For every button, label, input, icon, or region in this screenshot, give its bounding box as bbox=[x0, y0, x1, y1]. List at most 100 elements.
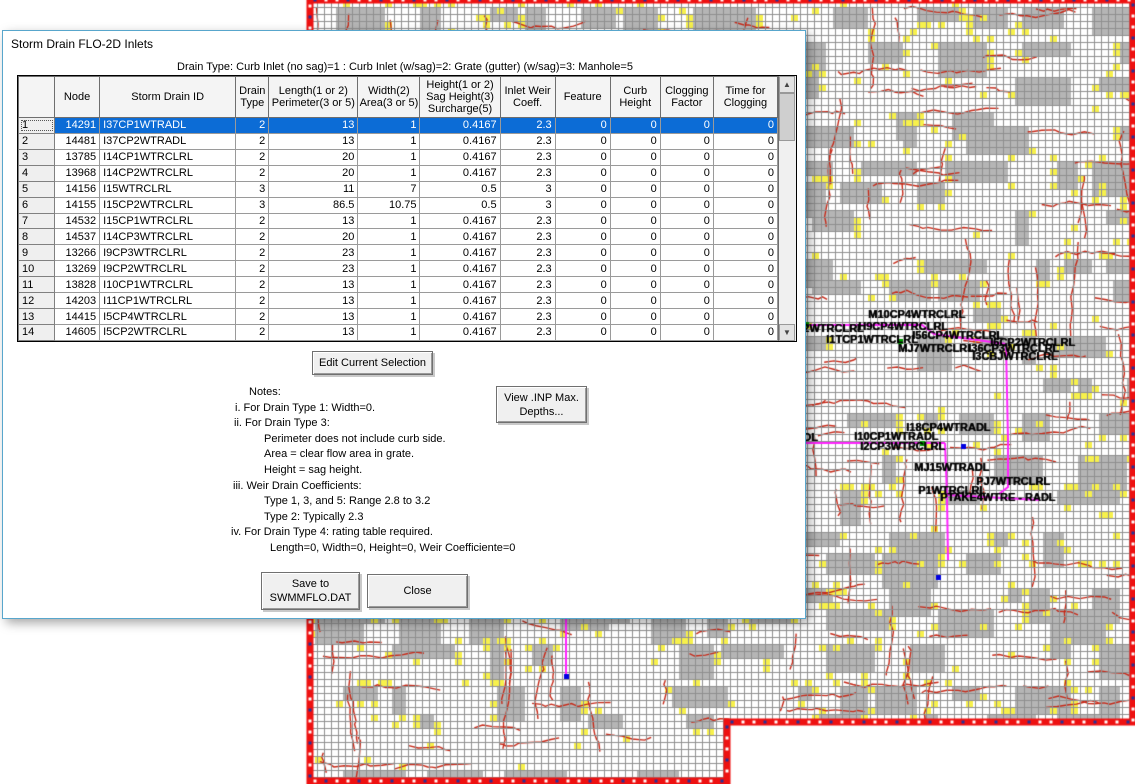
table-cell[interactable]: I14CP2WTRCLRL bbox=[100, 165, 236, 181]
table-cell[interactable]: 0 bbox=[660, 118, 713, 134]
table-cell[interactable]: 13 bbox=[269, 277, 358, 293]
table-cell[interactable]: 1 bbox=[358, 277, 420, 293]
table-cell[interactable]: 13968 bbox=[55, 165, 100, 181]
row-number-cell[interactable]: 7 bbox=[19, 213, 55, 229]
table-cell[interactable]: 0 bbox=[713, 181, 777, 197]
table-cell[interactable]: 0 bbox=[660, 293, 713, 309]
row-number-cell[interactable]: 13 bbox=[19, 309, 55, 325]
table-cell[interactable]: 14203 bbox=[55, 293, 100, 309]
table-cell[interactable]: 13 bbox=[269, 118, 358, 134]
table-cell[interactable]: 0.4167 bbox=[420, 149, 500, 165]
table-cell[interactable]: 0 bbox=[713, 149, 777, 165]
table-cell[interactable]: 14532 bbox=[55, 213, 100, 229]
table-cell[interactable]: 0.4167 bbox=[420, 261, 500, 277]
table-cell[interactable]: 0.5 bbox=[420, 181, 500, 197]
row-number-cell[interactable]: 3 bbox=[19, 149, 55, 165]
row-number-cell[interactable]: 11 bbox=[19, 277, 55, 293]
table-cell[interactable]: 3 bbox=[236, 181, 269, 197]
scroll-thumb[interactable] bbox=[779, 93, 795, 141]
table-cell[interactable]: 0 bbox=[610, 293, 660, 309]
table-cell[interactable]: 86.5 bbox=[269, 197, 358, 213]
table-cell[interactable]: 1 bbox=[358, 261, 420, 277]
row-number-cell[interactable]: 12 bbox=[19, 293, 55, 309]
table-cell[interactable]: 2.3 bbox=[500, 324, 555, 340]
row-number-cell[interactable]: 2 bbox=[19, 133, 55, 149]
table-cell[interactable]: 3 bbox=[500, 181, 555, 197]
table-cell[interactable]: 0 bbox=[610, 197, 660, 213]
table-cell[interactable]: 0.4167 bbox=[420, 309, 500, 325]
table-cell[interactable]: 1 bbox=[358, 309, 420, 325]
table-cell[interactable]: 0.4167 bbox=[420, 165, 500, 181]
table-cell[interactable]: 0 bbox=[610, 165, 660, 181]
table-cell[interactable]: 2.3 bbox=[500, 213, 555, 229]
table-cell[interactable]: 0 bbox=[610, 245, 660, 261]
table-cell[interactable]: 0 bbox=[610, 261, 660, 277]
table-cell[interactable]: 0 bbox=[660, 165, 713, 181]
table-cell[interactable]: 0 bbox=[713, 277, 777, 293]
table-row[interactable]: 1113828I10CP1WTRCLRL21310.41672.30000 bbox=[19, 277, 778, 293]
table-cell[interactable]: 13269 bbox=[55, 261, 100, 277]
table-cell[interactable]: 2 bbox=[236, 309, 269, 325]
table-cell[interactable]: 2.3 bbox=[500, 309, 555, 325]
table-cell[interactable]: 14155 bbox=[55, 197, 100, 213]
table-row[interactable]: 714532I15CP1WTRCLRL21310.41672.30000 bbox=[19, 213, 778, 229]
table-cell[interactable]: 14415 bbox=[55, 309, 100, 325]
table-cell[interactable]: 23 bbox=[269, 261, 358, 277]
table-cell[interactable]: 0.4167 bbox=[420, 324, 500, 340]
table-cell[interactable]: 0 bbox=[555, 245, 610, 261]
table-cell[interactable]: 0.4167 bbox=[420, 229, 500, 245]
table-cell[interactable]: 14481 bbox=[55, 133, 100, 149]
table-cell[interactable]: 2.3 bbox=[500, 245, 555, 261]
table-cell[interactable]: 0 bbox=[660, 133, 713, 149]
table-row[interactable]: 1214203I11CP1WTRCLRL21310.41672.30000 bbox=[19, 293, 778, 309]
table-cell[interactable]: 0 bbox=[610, 277, 660, 293]
table-cell[interactable]: 13 bbox=[269, 213, 358, 229]
table-cell[interactable]: 1 bbox=[358, 165, 420, 181]
table-cell[interactable]: 0 bbox=[713, 245, 777, 261]
table-cell[interactable]: 0 bbox=[660, 229, 713, 245]
table-cell[interactable]: 0 bbox=[713, 261, 777, 277]
save-to-swmmflo-button[interactable]: Save to SWMMFLO.DAT bbox=[261, 572, 360, 610]
table-cell[interactable]: 2 bbox=[236, 118, 269, 134]
table-cell[interactable]: I10CP1WTRCLRL bbox=[100, 277, 236, 293]
table-cell[interactable]: 0 bbox=[610, 309, 660, 325]
table-cell[interactable]: 0 bbox=[713, 197, 777, 213]
row-number-cell[interactable]: 6 bbox=[19, 197, 55, 213]
table-cell[interactable]: 13 bbox=[269, 133, 358, 149]
table-row[interactable]: 1314415I5CP4WTRCLRL21310.41672.30000 bbox=[19, 309, 778, 325]
table-cell[interactable]: 0 bbox=[555, 197, 610, 213]
table-cell[interactable]: 13 bbox=[269, 309, 358, 325]
table-cell[interactable]: 0 bbox=[610, 229, 660, 245]
table-cell[interactable]: 0 bbox=[713, 133, 777, 149]
table-cell[interactable]: 13266 bbox=[55, 245, 100, 261]
table-row[interactable]: 913266I9CP3WTRCLRL22310.41672.30000 bbox=[19, 245, 778, 261]
table-cell[interactable]: 2.3 bbox=[500, 165, 555, 181]
table-cell[interactable]: 2 bbox=[236, 165, 269, 181]
table-cell[interactable]: 2.3 bbox=[500, 229, 555, 245]
table-cell[interactable]: I9CP2WTRCLRL bbox=[100, 261, 236, 277]
table-cell[interactable]: 0 bbox=[713, 229, 777, 245]
table-cell[interactable]: 0 bbox=[713, 309, 777, 325]
table-cell[interactable]: 23 bbox=[269, 245, 358, 261]
row-number-cell[interactable]: 14 bbox=[19, 324, 55, 340]
table-cell[interactable]: 0 bbox=[660, 149, 713, 165]
table-cell[interactable]: 0 bbox=[610, 324, 660, 340]
table-cell[interactable]: 0 bbox=[660, 197, 713, 213]
table-cell[interactable]: I5CP2WTRCLRL bbox=[100, 324, 236, 340]
table-row[interactable]: 114291I37CP1WTRADL21310.41672.30000 bbox=[19, 118, 778, 134]
table-cell[interactable]: 0 bbox=[713, 118, 777, 134]
scroll-up-button[interactable]: ▲ bbox=[779, 76, 795, 93]
table-cell[interactable]: 0 bbox=[555, 181, 610, 197]
table-cell[interactable]: 7 bbox=[358, 181, 420, 197]
table-cell[interactable]: I14CP3WTRCLRL bbox=[100, 229, 236, 245]
table-cell[interactable]: I11CP1WTRCLRL bbox=[100, 293, 236, 309]
table-cell[interactable]: 14156 bbox=[55, 181, 100, 197]
table-cell[interactable]: 1 bbox=[358, 118, 420, 134]
table-cell[interactable]: 1 bbox=[358, 213, 420, 229]
table-cell[interactable]: 20 bbox=[269, 229, 358, 245]
row-number-cell[interactable]: 4 bbox=[19, 165, 55, 181]
table-cell[interactable]: 0 bbox=[660, 324, 713, 340]
table-cell[interactable]: 0 bbox=[555, 229, 610, 245]
close-button[interactable]: Close bbox=[367, 574, 468, 608]
table-cell[interactable]: 1 bbox=[358, 133, 420, 149]
